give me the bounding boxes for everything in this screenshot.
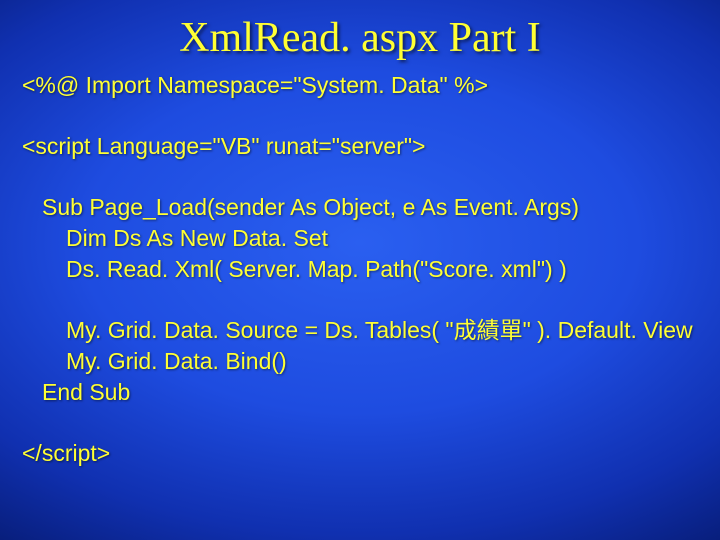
code-line: Ds. Read. Xml( Server. Map. Path("Score.…	[22, 254, 698, 285]
code-line: <%@ Import Namespace="System. Data" %>	[22, 70, 698, 101]
code-line: My. Grid. Data. Bind()	[22, 346, 698, 377]
blank-line	[22, 101, 698, 131]
slide: XmlRead. aspx Part I <%@ Import Namespac…	[0, 0, 720, 540]
code-line: Dim Ds As New Data. Set	[22, 223, 698, 254]
blank-line	[22, 162, 698, 192]
slide-title: XmlRead. aspx Part I	[0, 0, 720, 62]
code-line: My. Grid. Data. Source = Ds. Tables( "成績…	[22, 315, 698, 346]
code-line: </script>	[22, 438, 698, 469]
code-line: <script Language="VB" runat="server">	[22, 131, 698, 162]
slide-body: <%@ Import Namespace="System. Data" %> <…	[0, 62, 720, 469]
code-line: Sub Page_Load(sender As Object, e As Eve…	[22, 192, 698, 223]
blank-line	[22, 408, 698, 438]
code-line: End Sub	[22, 377, 698, 408]
blank-line	[22, 285, 698, 315]
